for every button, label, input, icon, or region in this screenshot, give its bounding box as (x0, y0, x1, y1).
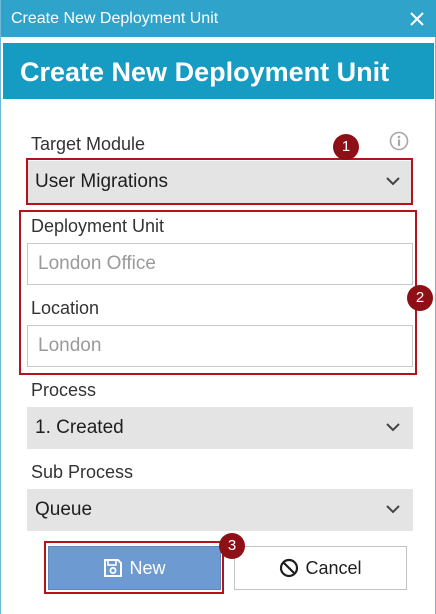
info-icon[interactable] (389, 131, 409, 151)
sub-process-select[interactable]: Queue (27, 489, 413, 531)
annotation-badge-3: 3 (219, 533, 245, 559)
chevron-down-icon (386, 423, 400, 432)
cancel-circle-icon (280, 558, 299, 578)
cancel-button-label: Cancel (305, 557, 362, 578)
new-button-label: New (129, 557, 166, 578)
close-icon (410, 11, 424, 26)
dialog-window: Create New Deployment Unit Create New De… (0, 0, 436, 614)
target-module-label: Target Module (31, 134, 146, 154)
chevron-down-icon (386, 177, 400, 186)
sub-process-label: Sub Process (31, 462, 134, 482)
cancel-button[interactable]: Cancel (234, 546, 407, 590)
page-title: Create New Deployment Unit (20, 57, 390, 87)
header-banner: Create New Deployment Unit (3, 43, 434, 99)
chevron-down-icon (386, 505, 400, 514)
process-select[interactable]: 1. Created (27, 407, 413, 449)
target-module-value: User Migrations (35, 171, 169, 192)
annotation-badge-1: 1 (333, 134, 359, 160)
deployment-unit-label: Deployment Unit (31, 216, 165, 236)
sub-process-value: Queue (35, 499, 93, 520)
target-module-select[interactable]: User Migrations (27, 161, 413, 203)
window-title: Create New Deployment Unit (11, 10, 219, 27)
annotation-badge-2: 2 (407, 285, 433, 311)
deployment-unit-input[interactable] (27, 243, 413, 285)
process-value: 1. Created (35, 417, 124, 438)
close-button[interactable] (397, 0, 436, 37)
new-button[interactable]: New (48, 546, 221, 590)
save-icon (104, 559, 123, 577)
location-label: Location (31, 298, 100, 318)
title-bar: Create New Deployment Unit (1, 0, 436, 37)
process-label: Process (31, 380, 97, 400)
location-input[interactable] (27, 325, 413, 367)
